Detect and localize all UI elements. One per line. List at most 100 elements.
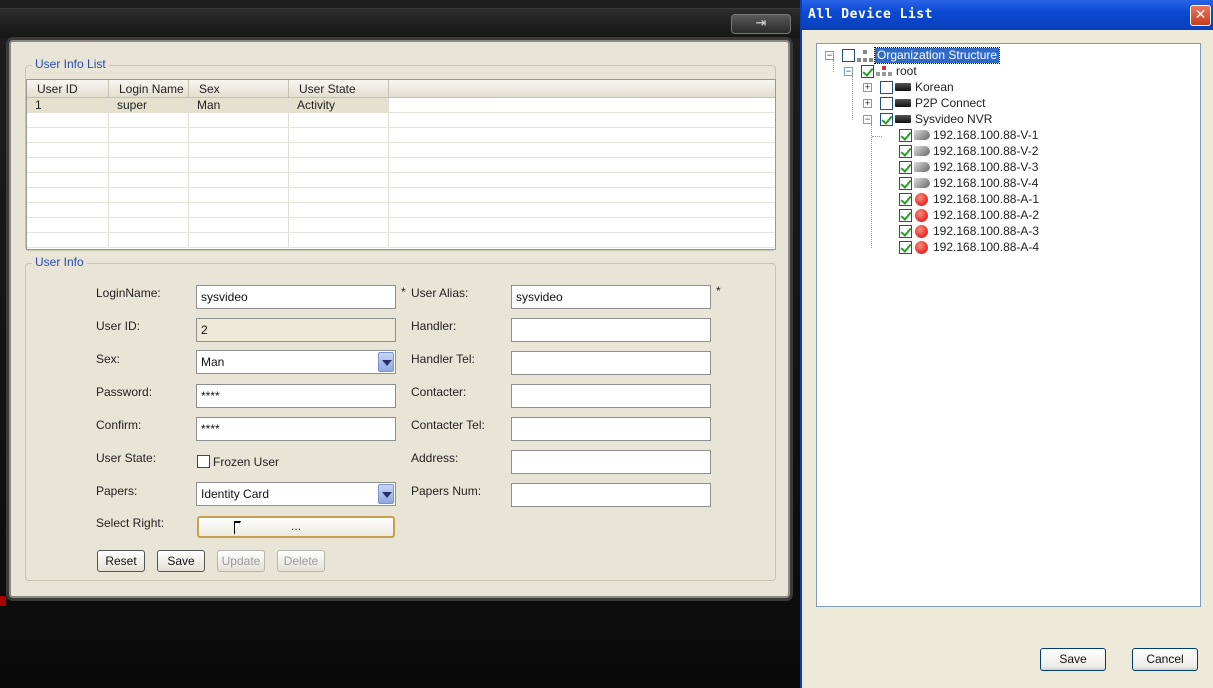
table-row-empty: [27, 143, 775, 158]
collapse-icon[interactable]: −: [825, 51, 834, 60]
column-header-user-state[interactable]: User State: [289, 80, 389, 98]
tree-node-p2p-connect[interactable]: + P2P Connect: [863, 96, 1193, 112]
dialog-title-bar[interactable]: All Device List ✕: [802, 0, 1213, 30]
dialog-cancel-button[interactable]: Cancel: [1132, 648, 1198, 671]
main-window: ⇥ User Info List User ID Login Name Sex …: [0, 0, 800, 688]
contacter-input[interactable]: [511, 384, 711, 408]
address-input[interactable]: [511, 450, 711, 474]
collapse-icon[interactable]: −: [844, 67, 853, 76]
tree-label[interactable]: 192.168.100.88-A-4: [933, 240, 1039, 255]
tree-node-sysvideo-nvr[interactable]: − Sysvideo NVR: [863, 112, 1193, 128]
table-row-empty: [27, 113, 775, 128]
dialog-save-button[interactable]: Save: [1040, 648, 1106, 671]
tree-label[interactable]: 192.168.100.88-A-1: [933, 192, 1039, 207]
user-info-title: User Info: [32, 255, 87, 269]
tree-label[interactable]: Sysvideo NVR: [915, 112, 992, 127]
tree-label[interactable]: Organization Structure: [873, 47, 1001, 64]
tree-label[interactable]: Korean: [915, 80, 954, 95]
tree-node-channel[interactable]: 192.168.100.88-V-4: [882, 176, 1192, 192]
tree-checkbox[interactable]: [880, 113, 893, 126]
tree-checkbox[interactable]: [899, 145, 912, 158]
tree-node-channel[interactable]: 192.168.100.88-V-3: [882, 160, 1192, 176]
save-button[interactable]: Save: [157, 550, 205, 572]
tree-checkbox[interactable]: [861, 65, 874, 78]
camera-icon: [914, 130, 930, 140]
collapse-icon[interactable]: −: [863, 115, 872, 124]
tree-checkbox[interactable]: [899, 225, 912, 238]
tree-node-korean[interactable]: + Korean: [863, 80, 1193, 96]
user-info-list-title: User Info List: [32, 57, 109, 71]
tree-label[interactable]: 192.168.100.88-V-2: [933, 144, 1038, 159]
cell-user-id: 1: [27, 98, 109, 113]
tree-checkbox[interactable]: [899, 209, 912, 222]
tree-checkbox[interactable]: [842, 49, 855, 62]
chevron-down-icon[interactable]: [378, 352, 394, 372]
tree-node-channel[interactable]: 192.168.100.88-A-4: [882, 240, 1192, 256]
table-row[interactable]: 1 super Man Activity: [27, 98, 775, 113]
required-mark: *: [401, 285, 406, 299]
dialog-title: All Device List: [808, 7, 933, 22]
tree-node-channel[interactable]: 192.168.100.88-V-2: [882, 144, 1192, 160]
tree-checkbox[interactable]: [880, 97, 893, 110]
password-input[interactable]: ****: [196, 384, 396, 408]
frozen-user-checkbox[interactable]: [197, 455, 210, 468]
required-mark: *: [716, 284, 721, 298]
select-right-button[interactable]: ...: [197, 516, 395, 538]
user-alias-label: User Alias:: [411, 286, 469, 300]
confirm-password-input[interactable]: ****: [196, 417, 396, 441]
user-id-input: 2: [196, 318, 396, 342]
table-row-empty: [27, 173, 775, 188]
tree-label[interactable]: 192.168.100.88-A-2: [933, 208, 1039, 223]
papers-num-label: Papers Num:: [411, 484, 482, 498]
tree-node-organization[interactable]: − Organization Structure: [825, 47, 1195, 64]
tree-node-channel[interactable]: 192.168.100.88-V-1: [872, 128, 1192, 144]
contacter-label: Contacter:: [411, 385, 467, 399]
tree-checkbox[interactable]: [899, 193, 912, 206]
tree-checkbox[interactable]: [880, 81, 893, 94]
tree-checkbox[interactable]: [899, 129, 912, 142]
login-name-input[interactable]: sysvideo: [196, 285, 396, 309]
papers-num-input[interactable]: [511, 483, 711, 507]
handler-input[interactable]: [511, 318, 711, 342]
table-row-empty: [27, 158, 775, 173]
tree-node-channel[interactable]: 192.168.100.88-A-2: [882, 208, 1192, 224]
table-header: User ID Login Name Sex User State: [27, 80, 775, 98]
delete-button[interactable]: Delete: [277, 550, 325, 572]
tree-checkbox[interactable]: [899, 241, 912, 254]
user-alias-input[interactable]: sysvideo: [511, 285, 711, 309]
column-header-login-name[interactable]: Login Name: [109, 80, 189, 98]
device-tree: − Organization Structure − root + Korean…: [816, 43, 1201, 607]
exit-button[interactable]: ⇥: [731, 14, 791, 34]
tree-checkbox[interactable]: [899, 177, 912, 190]
contacter-tel-input[interactable]: [511, 417, 711, 441]
tree-node-channel[interactable]: 192.168.100.88-A-1: [882, 192, 1192, 208]
tree-node-channel[interactable]: 192.168.100.88-A-3: [882, 224, 1192, 240]
tree-checkbox[interactable]: [899, 161, 912, 174]
close-icon[interactable]: ✕: [1190, 5, 1211, 26]
user-management-panel: User Info List User ID Login Name Sex Us…: [9, 40, 790, 598]
handler-tel-input[interactable]: [511, 351, 711, 375]
papers-label: Papers:: [96, 484, 138, 498]
sex-select[interactable]: Man: [196, 350, 396, 374]
tree-node-root[interactable]: − root: [844, 64, 1194, 80]
tree-label[interactable]: P2P Connect: [915, 96, 986, 111]
confirm-label: Confirm:: [96, 418, 142, 432]
chevron-down-icon[interactable]: [378, 484, 394, 504]
tree-label[interactable]: 192.168.100.88-V-4: [933, 176, 1038, 191]
tree-label[interactable]: 192.168.100.88-A-3: [933, 224, 1039, 239]
update-button[interactable]: Update: [217, 550, 265, 572]
tree-label[interactable]: 192.168.100.88-V-1: [933, 128, 1038, 143]
contacter-tel-label: Contacter Tel:: [411, 418, 485, 432]
exit-icon: ⇥: [755, 16, 767, 31]
papers-select[interactable]: Identity Card: [196, 482, 396, 506]
column-header-user-id[interactable]: User ID: [27, 80, 109, 98]
login-name-label: LoginName:: [96, 286, 161, 300]
tree-label[interactable]: 192.168.100.88-V-3: [933, 160, 1038, 175]
tree-label[interactable]: root: [896, 64, 917, 79]
column-header-sex[interactable]: Sex: [189, 80, 289, 98]
alarm-icon: [915, 193, 928, 206]
handler-label: Handler:: [411, 319, 457, 333]
expand-icon[interactable]: +: [863, 99, 872, 108]
reset-button[interactable]: Reset: [97, 550, 145, 572]
expand-icon[interactable]: +: [863, 83, 872, 92]
